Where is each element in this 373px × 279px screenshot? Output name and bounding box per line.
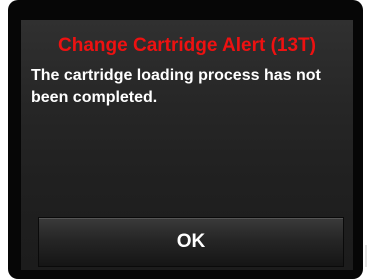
edge-mark [365, 245, 367, 267]
alert-dialog: Change Cartridge Alert (13T) The cartrid… [21, 20, 353, 270]
ok-button[interactable]: OK [38, 217, 344, 267]
alert-message: The cartridge loading process has not be… [31, 67, 321, 106]
alert-title: Change Cartridge Alert (13T) [58, 35, 316, 56]
